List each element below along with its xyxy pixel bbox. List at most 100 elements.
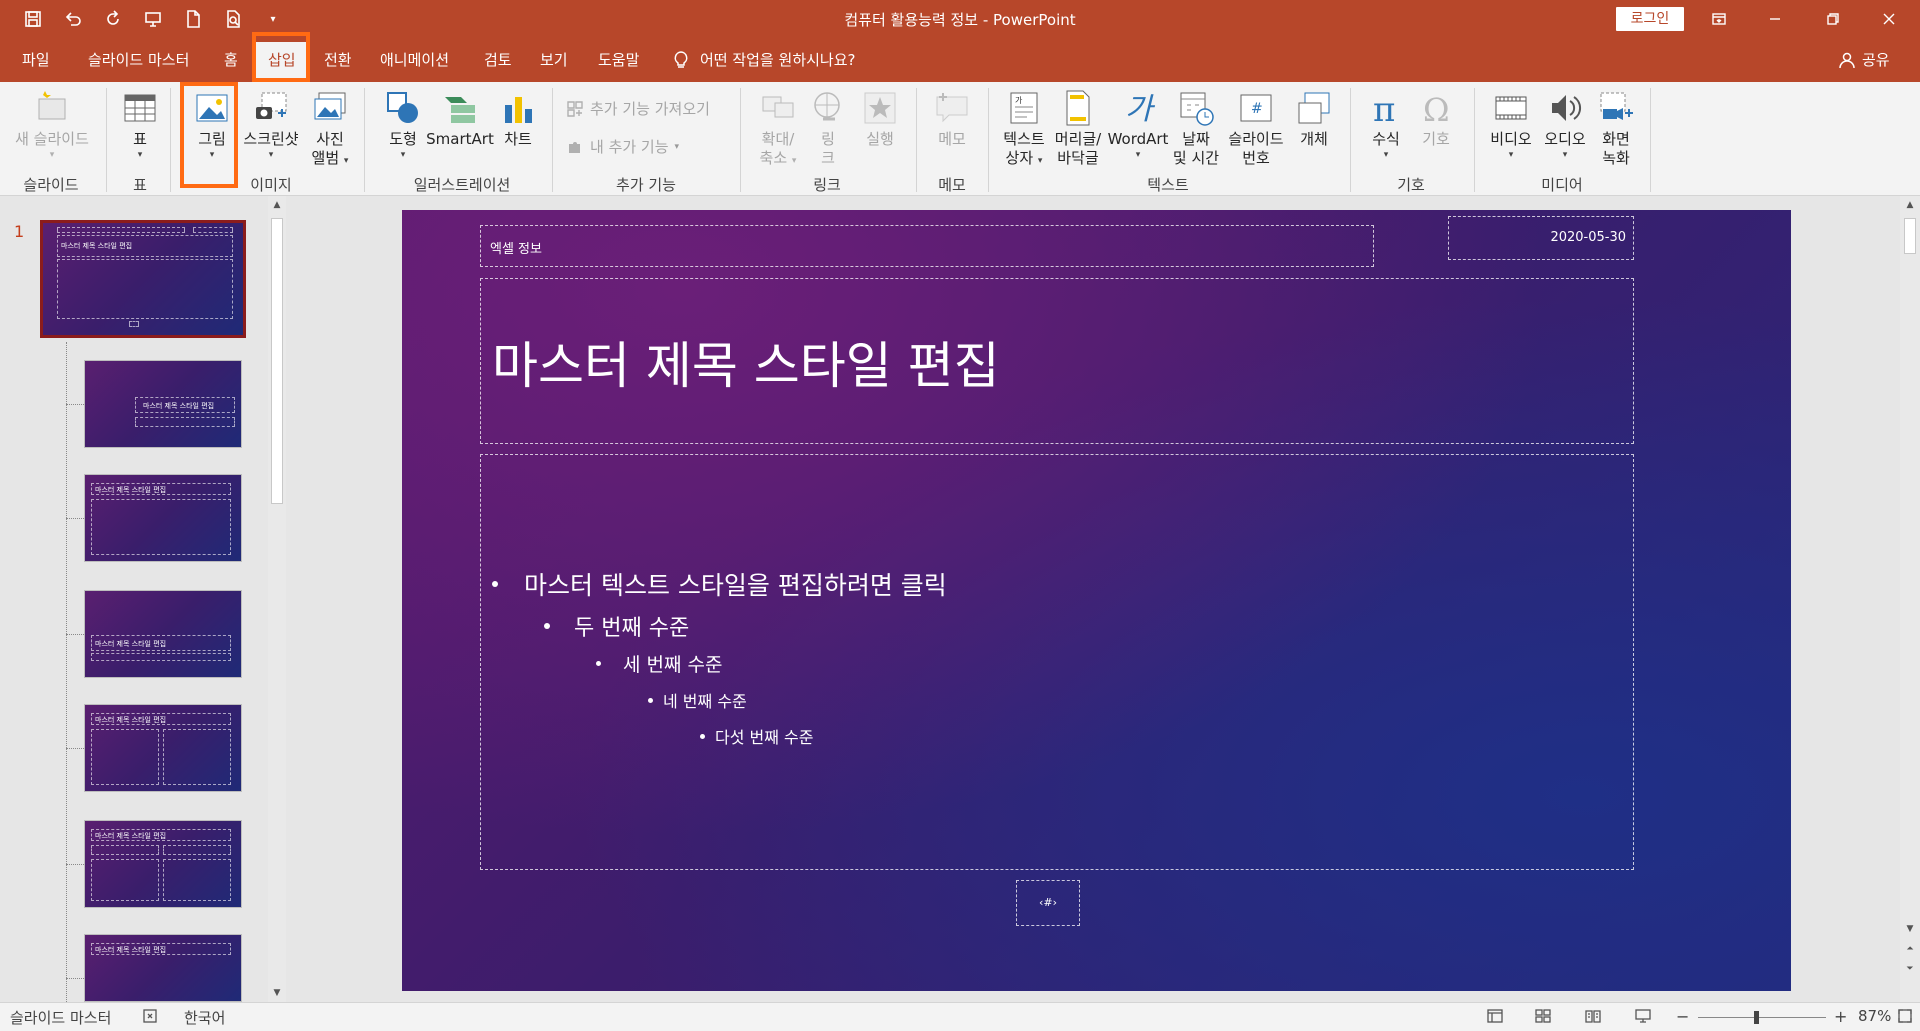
slide-master-canvas[interactable]: 엑셀 정보 2020-05-30 마스터 제목 스타일 편집 마스터 텍스트 스… (402, 210, 1791, 991)
screenshot-button[interactable]: 스크린샷 ▾ (240, 88, 302, 161)
login-button[interactable]: 로그인 (1616, 7, 1684, 31)
link-label-2: 크 (821, 149, 835, 167)
date-time-button[interactable]: 날짜 및 시간 (1168, 88, 1224, 168)
share-button[interactable]: 공유 (1838, 38, 1890, 82)
restore-icon[interactable] (1810, 0, 1856, 38)
slide-show-icon[interactable] (1634, 1007, 1652, 1025)
header-footer-button[interactable]: 머리글/ 바닥글 (1052, 88, 1104, 168)
table-button[interactable]: 표 ▾ (120, 88, 160, 161)
new-slide-button[interactable]: 새 슬라이드 ▾ (12, 88, 92, 161)
smartart-button[interactable]: SmartArt (426, 88, 494, 149)
my-addins-button[interactable]: 내 추가 기능 ▾ (566, 136, 679, 157)
photo-album-button[interactable]: 사진 앨범 ▾ (306, 88, 354, 168)
chart-button[interactable]: 차트 (496, 88, 540, 149)
bullet-level-3-text: 세 번째 수준 (623, 654, 723, 676)
svg-text:#: # (1251, 101, 1263, 117)
tab-file[interactable]: 파일 (22, 38, 50, 82)
action-button[interactable]: 실행 (858, 88, 902, 149)
layout-connector (66, 404, 84, 405)
thumbnail-scrollbar[interactable]: ▲ ▼ (268, 196, 286, 1002)
thumbnail-layout-two-content[interactable]: 마스터 제목 스타일 편집 (84, 704, 242, 792)
bullet-dot (596, 661, 601, 666)
scroll-down-icon[interactable]: ▼ (268, 984, 286, 1002)
thumbnail-layout-title-only[interactable]: 마스터 제목 스타일 편집 (84, 934, 242, 1002)
normal-view-icon[interactable] (1486, 1007, 1504, 1025)
tab-view[interactable]: 보기 (540, 38, 568, 82)
thumbnail-layout-title[interactable]: 마스터 제목 스타일 편집 (84, 360, 242, 448)
slide-number-label-2: 번호 (1242, 149, 1270, 167)
slide-sorter-icon[interactable] (1534, 1007, 1552, 1025)
group-separator (106, 88, 107, 192)
group-label-addins: 추가 기능 (616, 176, 676, 194)
tab-home[interactable]: 홈 (224, 38, 238, 82)
scroll-up-icon[interactable]: ▲ (1900, 196, 1920, 214)
reading-view-icon[interactable] (1584, 1007, 1602, 1025)
next-slide-icon[interactable]: ⏷ (1900, 960, 1920, 978)
comment-button[interactable]: 메모 (930, 88, 974, 149)
get-addins-button[interactable]: 추가 기능 가져오기 (566, 98, 710, 119)
slide-scrollbar[interactable]: ▲ ▼ ⏶ ⏷ (1900, 196, 1920, 1002)
scrollbar-thumb[interactable] (271, 218, 283, 504)
screen-recording-button[interactable]: 화면 녹화 (1594, 88, 1638, 168)
language-label[interactable]: 한국어 (184, 1007, 225, 1028)
tab-animations[interactable]: 애니메이션 (380, 38, 449, 82)
zoom-in-icon[interactable]: + (1834, 1007, 1847, 1026)
symbol-button[interactable]: Ω 기호 (1414, 88, 1458, 149)
bullet-level-2-text: 두 번째 수준 (574, 616, 690, 641)
video-label: 비디오 (1490, 130, 1532, 148)
thumbnail-number: 1 (14, 222, 25, 241)
ribbon-display-options-icon[interactable] (1696, 0, 1742, 38)
screenshot-label: 스크린샷 (243, 130, 299, 148)
tab-transitions[interactable]: 전환 (324, 38, 352, 82)
tab-help[interactable]: 도움말 (598, 38, 639, 82)
minimize-icon[interactable] (1752, 0, 1798, 38)
bullet-level-4-text: 네 번째 수준 (663, 692, 747, 711)
svg-text:π: π (1373, 90, 1395, 127)
object-button[interactable]: 개체 (1292, 88, 1336, 149)
zoom-slider[interactable] (1698, 1017, 1826, 1018)
group-label-illustrations: 일러스트레이션 (413, 176, 511, 194)
audio-button[interactable]: 오디오 ▾ (1540, 88, 1590, 161)
shapes-icon (383, 88, 423, 128)
thumbnail-layout-section[interactable]: 마스터 제목 스타일 편집 (84, 590, 242, 678)
view-name: 슬라이드 마스터 (10, 1009, 112, 1027)
slide-number-button[interactable]: # 슬라이드 번호 (1222, 88, 1290, 168)
slide-thumbnail-pane: 1 마스터 제목 스타일 편집 마스터 제목 스타일 편집 마스터 제목 스타일… (0, 196, 288, 1002)
close-icon[interactable] (1866, 0, 1912, 38)
chevron-down-icon: ▾ (268, 150, 274, 160)
header-placeholder[interactable] (480, 225, 1374, 267)
textbox-button[interactable]: 가 텍스트 상자 ▾ (1000, 88, 1048, 168)
thumbnail-layout-comparison[interactable]: 마스터 제목 스타일 편집 (84, 820, 242, 908)
previous-slide-icon[interactable]: ⏶ (1900, 940, 1920, 958)
zoom-level[interactable]: 87% (1858, 1007, 1891, 1025)
puzzle-icon (569, 141, 580, 153)
svg-text:가: 가 (1015, 96, 1023, 105)
layout-connector (66, 864, 84, 865)
zoom-slider-handle[interactable] (1753, 1011, 1759, 1024)
tab-review[interactable]: 검토 (484, 38, 512, 82)
action-label: 실행 (866, 130, 894, 148)
thumbnail-slide-master[interactable]: 마스터 제목 스타일 편집 (40, 220, 246, 338)
bullet-level-4: 네 번째 수준 (648, 688, 747, 712)
scroll-down-icon[interactable]: ▼ (1900, 920, 1920, 938)
bullet-dot (700, 733, 705, 739)
fit-to-window-icon[interactable] (1896, 1007, 1914, 1025)
equation-button[interactable]: π 수식 ▾ (1364, 88, 1408, 161)
video-button[interactable]: 비디오 ▾ (1486, 88, 1536, 161)
zoom-button[interactable]: 확대/ 축소 ▾ (750, 88, 806, 168)
tab-slide-master[interactable]: 슬라이드 마스터 (88, 38, 189, 82)
header-text: 엑셀 정보 (490, 242, 542, 257)
shapes-button[interactable]: 도형 ▾ (382, 88, 424, 161)
zoom-out-icon[interactable]: − (1676, 1007, 1689, 1026)
tell-me-search[interactable]: 어떤 작업을 원하시나요? (672, 38, 856, 82)
scroll-up-icon[interactable]: ▲ (268, 196, 286, 214)
thumbnail-layout-title-content[interactable]: 마스터 제목 스타일 편집 (84, 474, 242, 562)
accessibility-icon[interactable] (142, 1007, 160, 1025)
new-slide-label: 새 슬라이드 (15, 130, 89, 148)
screen-recording-icon (1596, 88, 1636, 128)
film-icon (1491, 88, 1531, 128)
scrollbar-thumb[interactable] (1904, 218, 1916, 254)
link-button[interactable]: 링 크 (808, 88, 848, 168)
wordart-button[interactable]: 가 WordArt ▾ (1106, 88, 1170, 161)
ribbon: 새 슬라이드 ▾ 슬라이드 표 ▾ 표 그림 ▾ 스크린샷 ▾ 사진 앨범 ▾ … (0, 82, 1920, 278)
